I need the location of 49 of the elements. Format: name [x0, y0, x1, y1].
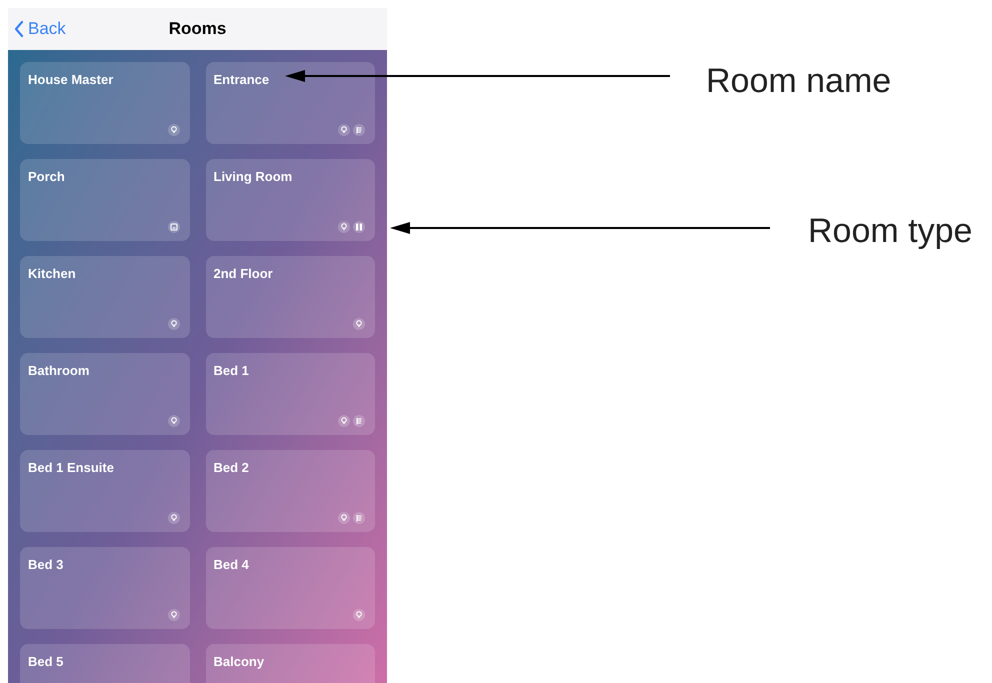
room-card[interactable]: Porch: [20, 159, 190, 241]
room-name: Bed 4: [214, 557, 249, 572]
light-bulb-icon: [168, 609, 180, 621]
blinds-icon: [353, 124, 365, 136]
blinds-icon: [353, 512, 365, 524]
light-bulb-icon: [338, 415, 350, 427]
room-name: Living Room: [214, 169, 292, 184]
room-card[interactable]: Bed 1 Ensuite: [20, 450, 190, 532]
light-bulb-icon: [338, 124, 350, 136]
room-card[interactable]: Living Room: [206, 159, 375, 241]
room-name: Bed 5: [28, 654, 64, 669]
room-name: Entrance: [214, 72, 270, 87]
room-card[interactable]: Bed 4: [206, 547, 375, 629]
light-bulb-icon: [168, 318, 180, 330]
room-name: Bed 1 Ensuite: [28, 460, 114, 475]
room-card[interactable]: Balcony: [206, 644, 375, 683]
room-name: 2nd Floor: [214, 266, 273, 281]
light-bulb-icon: [338, 221, 350, 233]
light-bulb-icon: [168, 415, 180, 427]
room-card[interactable]: Entrance: [206, 62, 375, 144]
light-bulb-icon: [353, 318, 365, 330]
chevron-left-icon: [14, 20, 24, 38]
light-bulb-icon: [353, 609, 365, 621]
room-card[interactable]: Bed 5: [20, 644, 190, 683]
room-card[interactable]: House Master: [20, 62, 190, 144]
room-card[interactable]: Bed 2: [206, 450, 375, 532]
light-bulb-icon: [168, 512, 180, 524]
room-card[interactable]: Kitchen: [20, 256, 190, 338]
light-bulb-icon: [168, 124, 180, 136]
annotation-label: Room name: [706, 61, 892, 102]
room-name: House Master: [28, 72, 114, 87]
room-name: Balcony: [214, 654, 264, 669]
room-name: Bathroom: [28, 363, 90, 378]
device-icon: [168, 221, 180, 233]
room-card[interactable]: Bed 1: [206, 353, 375, 435]
room-card[interactable]: Bed 3: [20, 547, 190, 629]
blinds-icon: [353, 415, 365, 427]
room-name: Bed 2: [214, 460, 249, 475]
light-bulb-icon: [338, 512, 350, 524]
room-card[interactable]: Bathroom: [20, 353, 190, 435]
room-name: Bed 1: [214, 363, 249, 378]
room-name: Bed 3: [28, 557, 64, 572]
annotation-label: Room type: [808, 211, 972, 252]
room-name: Porch: [28, 169, 65, 184]
back-button[interactable]: Back: [14, 16, 66, 42]
screen-title: Rooms: [168, 18, 226, 40]
curtains-icon: [353, 221, 365, 233]
room-card[interactable]: 2nd Floor: [206, 256, 375, 338]
room-name: Kitchen: [28, 266, 76, 281]
